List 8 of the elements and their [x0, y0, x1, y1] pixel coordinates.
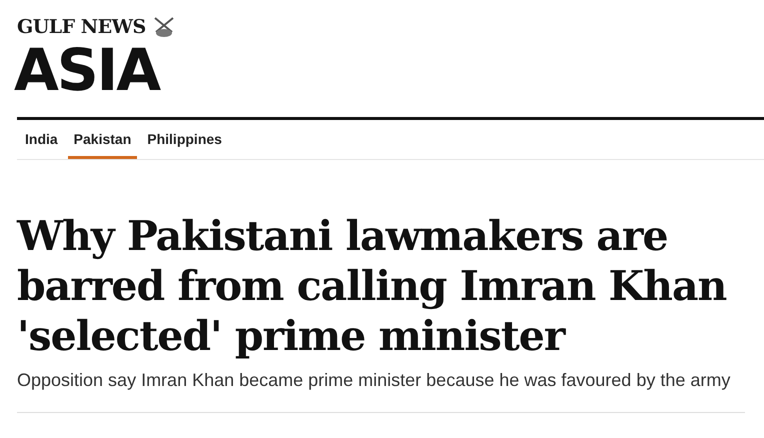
brand-logo[interactable]: GULF NEWS: [17, 18, 146, 36]
article-summary: Opposition say Imran Khan became prime minister because he was favoured by the army: [17, 369, 732, 392]
nav-tab[interactable]: India: [19, 120, 64, 159]
section-title: ASIA: [14, 40, 160, 100]
swords-emblem-icon: [152, 16, 176, 38]
nav-tab[interactable]: Pakistan: [68, 120, 138, 159]
nav-tab[interactable]: Philippines: [141, 120, 228, 159]
article-headline: Why Pakistani lawmakers are barred from calling Imran Khan 'selected' prime minister: [17, 211, 728, 361]
